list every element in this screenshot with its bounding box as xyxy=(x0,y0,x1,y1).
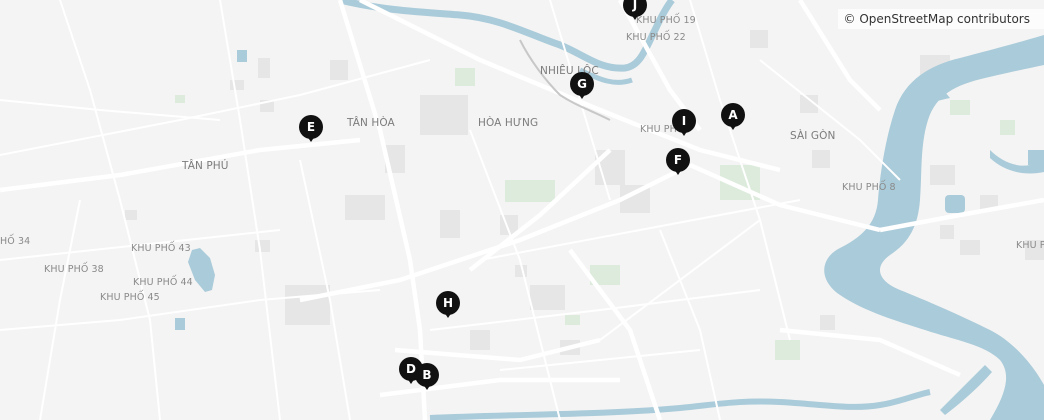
map-marker-j[interactable]: J xyxy=(623,0,647,23)
label-khu-pho-22: KHU PHỐ 22 xyxy=(626,32,686,43)
map-marker-i[interactable]: I xyxy=(672,109,696,139)
map-marker-a[interactable]: A xyxy=(721,103,745,133)
label-khu-pho-43: KHU PHỐ 43 xyxy=(131,243,191,254)
label-khu-pho-44: KHU PHỐ 44 xyxy=(133,277,193,288)
map-marker-h[interactable]: H xyxy=(436,291,460,321)
label-tan-hoa: TÂN HÒA xyxy=(347,117,395,129)
label-hoa-hung: HÒA HƯNG xyxy=(478,117,539,129)
label-khu-pho-34: HỐ 34 xyxy=(0,236,31,247)
label-khu-pho-38: KHU PHỐ 38 xyxy=(44,264,104,275)
map-base-layer xyxy=(0,0,1044,420)
map-marker-d[interactable]: D xyxy=(399,357,423,387)
label-khu-pho-right: KHU PH xyxy=(1016,240,1044,251)
map-canvas[interactable]: KHU PHỐ 19 KHU PHỐ 22 NHIÊU LỘC TÂN HÒA … xyxy=(0,0,1044,420)
map-marker-e[interactable]: E xyxy=(299,115,323,145)
label-sai-gon: SÀI GÒN xyxy=(790,130,836,142)
map-marker-f[interactable]: F xyxy=(666,148,690,178)
map-marker-g[interactable]: G xyxy=(570,72,594,102)
label-tan-phu: TÂN PHÚ xyxy=(182,160,229,172)
label-khu-pho-8: KHU PHỐ 8 xyxy=(842,182,896,193)
label-khu-pho-45: KHU PHỐ 45 xyxy=(100,292,160,303)
map-attribution[interactable]: © OpenStreetMap contributors xyxy=(837,9,1044,29)
